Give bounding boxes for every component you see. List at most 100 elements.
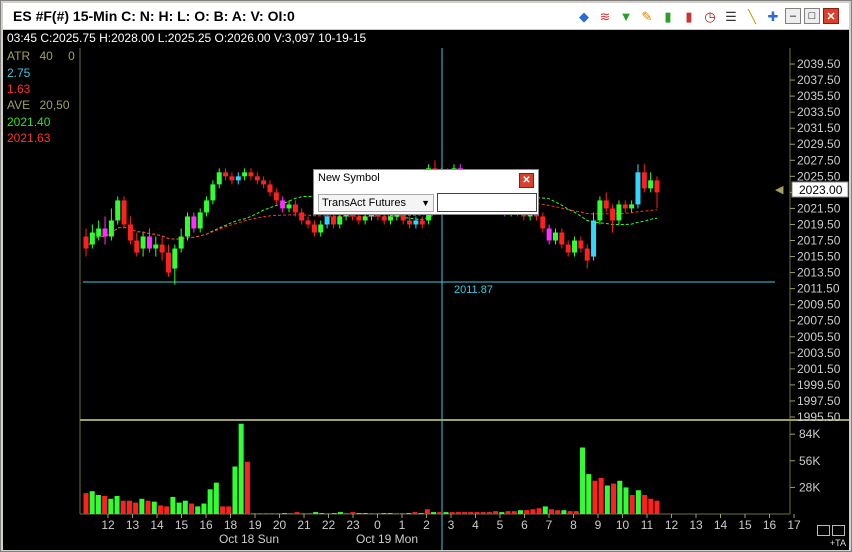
candle-body — [654, 180, 660, 193]
candle-body — [165, 252, 171, 273]
volume-bar — [294, 512, 300, 514]
price-tick-label: 2037.50 — [797, 73, 841, 87]
volume-bar — [648, 498, 654, 514]
minimize-button[interactable]: – — [785, 8, 801, 24]
candle-body — [261, 180, 267, 185]
volume-bar — [126, 500, 132, 514]
volume-bar — [189, 503, 195, 514]
candle-body — [254, 176, 260, 181]
candle-body — [108, 220, 114, 237]
volume-bar — [468, 512, 474, 514]
corner-button-2[interactable] — [832, 525, 845, 536]
candle-body — [305, 220, 311, 225]
candle-body — [629, 204, 635, 209]
list-icon[interactable]: ☰ — [722, 7, 740, 25]
atr-value-1: 2.75 — [7, 66, 31, 80]
restore-button[interactable]: □ — [804, 8, 820, 24]
candle-body — [641, 172, 647, 189]
candle-body — [185, 216, 191, 237]
volume-bar — [362, 513, 368, 514]
new-symbol-dialog[interactable]: New Symbol ✕ TransAct Futures ▼ — [313, 169, 539, 215]
datasource-select[interactable]: TransAct Futures ▼ — [318, 194, 434, 212]
volume-bar — [244, 461, 250, 514]
candle-body — [159, 244, 165, 253]
price-tick-label: 2033.50 — [797, 105, 841, 119]
close-button[interactable]: ✕ — [823, 8, 839, 24]
line-draw-icon[interactable]: ╲ — [743, 7, 761, 25]
funnel-icon[interactable]: ▼ — [617, 7, 635, 25]
candle-body — [356, 216, 362, 221]
candle-body — [121, 200, 127, 225]
candle-body — [324, 216, 330, 225]
volume-bar — [95, 495, 101, 514]
pin-icon[interactable]: ✚ — [764, 7, 782, 25]
dialog-close-button[interactable]: ✕ — [519, 173, 534, 188]
volume-bar — [83, 493, 89, 514]
time-tick-label: 4 — [472, 518, 479, 532]
chart-window: ES #F(#) 15-Min C: N: H: L: O: B: A: V: … — [0, 0, 852, 552]
candle-body — [216, 172, 222, 185]
chart-area[interactable]: 2011.87 2039.50 2037.50 2035.50 2033.50 2031… — [3, 30, 849, 550]
volume-bar — [623, 487, 629, 514]
window-title: ES #F(#) 15-Min C: N: H: L: O: B: A: V: … — [13, 8, 295, 24]
volume-bar — [176, 502, 182, 514]
candle-body — [127, 224, 133, 241]
clock-icon[interactable]: ◷ — [701, 7, 719, 25]
crosshair-price-label: 2011.87 — [454, 284, 493, 296]
volume-bar — [282, 513, 288, 514]
time-tick-label: 3 — [448, 518, 455, 532]
time-tick-label: 17 — [787, 518, 801, 532]
atr-indicator[interactable]: ATR 40 0 — [7, 49, 75, 63]
price-tick-label: 2013.50 — [797, 266, 841, 280]
add-ta-button[interactable]: +TA — [830, 538, 846, 548]
volume-bar — [319, 513, 325, 514]
volume-bar — [151, 501, 157, 514]
time-tick-label: 10 — [616, 518, 630, 532]
volume-bar — [220, 506, 226, 514]
volume-bar — [108, 498, 114, 514]
time-tick-label: 2 — [423, 518, 430, 532]
volume-bar — [530, 509, 536, 514]
title-bar[interactable]: ES #F(#) 15-Min C: N: H: L: O: B: A: V: … — [3, 3, 849, 30]
candle-body — [318, 224, 324, 233]
volume-bar — [443, 512, 449, 514]
price-tick-label: 2003.50 — [797, 346, 841, 360]
bars-icon[interactable]: ▮ — [659, 7, 677, 25]
ave-value-1: 2021.40 — [7, 115, 51, 129]
price-tick-label: 2011.50 — [797, 282, 840, 296]
candle-body — [178, 236, 184, 249]
candle-icon[interactable]: ▮ — [680, 7, 698, 25]
volume-bar — [517, 510, 523, 514]
volume-bar — [455, 512, 461, 514]
candle-body — [191, 216, 197, 229]
volume-bar — [139, 498, 145, 514]
diamond-icon[interactable]: ◆ — [575, 7, 593, 25]
price-tick-label: 1997.50 — [797, 394, 841, 408]
volume-bar — [263, 513, 269, 514]
volume-bar — [337, 512, 343, 514]
volume-bar — [555, 510, 561, 514]
wave-icon[interactable]: ≋ — [596, 7, 614, 25]
price-chart[interactable]: 2011.87 2039.502037.502035.502033.502031… — [3, 30, 849, 550]
volume-bar — [449, 512, 455, 514]
price-tick-label: 2029.50 — [797, 137, 841, 151]
volume-bar — [102, 495, 108, 514]
dialog-title: New Symbol — [318, 172, 380, 184]
symbol-input[interactable] — [437, 193, 537, 212]
candle-body — [102, 228, 108, 237]
candle-body — [584, 248, 590, 261]
volume-tick-label: 84K — [799, 427, 820, 441]
candle-body — [552, 232, 558, 241]
datasource-value: TransAct Futures — [322, 197, 406, 209]
time-tick-label: 9 — [595, 518, 602, 532]
pencil-icon[interactable]: ✎ — [638, 7, 656, 25]
volume-bar — [369, 513, 374, 514]
price-tick-label: 1999.50 — [797, 378, 841, 392]
candle-body — [299, 212, 305, 221]
volume-bar — [617, 480, 623, 514]
volume-bar — [604, 485, 610, 514]
volume-bar — [300, 513, 306, 514]
chevron-down-icon[interactable]: ▼ — [421, 195, 430, 211]
ave-indicator[interactable]: AVE 20,50 — [7, 98, 70, 112]
corner-button-1[interactable] — [817, 525, 830, 536]
